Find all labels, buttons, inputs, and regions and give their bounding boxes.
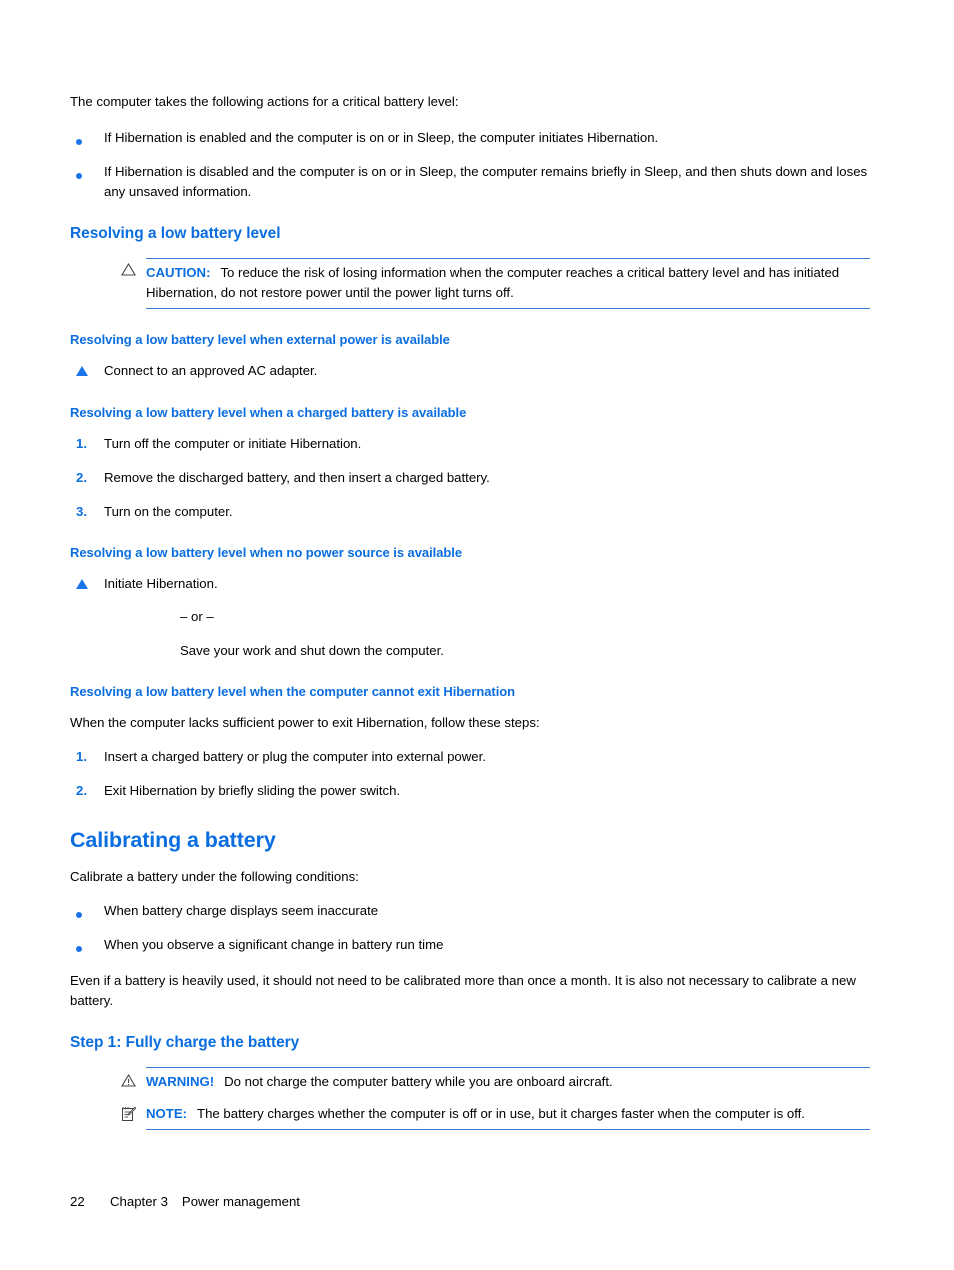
footer-chapter: Chapter 3	[110, 1194, 168, 1209]
charged-battery-step-list: 1. Turn off the computer or initiate Hib…	[70, 434, 870, 522]
or-separator: – or –	[180, 609, 214, 624]
document-page: The computer takes the following actions…	[0, 0, 954, 1270]
warning-text: Do not charge the computer battery while…	[224, 1074, 613, 1089]
page-footer: 22 Chapter 3 Power management	[70, 1192, 300, 1212]
warning-note-body-box: WARNING! Do not charge the computer batte…	[146, 1067, 870, 1130]
warning-row: WARNING! Do not charge the computer batte…	[146, 1072, 870, 1092]
bullet-dot-icon	[70, 935, 104, 955]
warning-note-callout: WARNING! Do not charge the computer batte…	[70, 1067, 870, 1130]
list-item: 2. Remove the discharged battery, and th…	[70, 468, 870, 488]
warning-label: WARNING!	[146, 1074, 215, 1089]
heading-cannot-exit-hibernation: Resolving a low battery level when the c…	[70, 684, 516, 699]
list-item: 1. Turn off the computer or initiate Hib…	[70, 434, 870, 454]
list-item: Initiate Hibernation.	[70, 574, 870, 595]
list-item-number: 2.	[76, 783, 87, 798]
list-item-number: 1.	[76, 436, 87, 451]
list-item-label: Turn on the computer.	[104, 504, 233, 519]
page-content: The computer takes the following actions…	[70, 92, 870, 1130]
note-label: NOTE:	[146, 1106, 188, 1121]
note-pad-icon	[70, 1106, 140, 1122]
bullet-dot-icon	[70, 901, 104, 921]
calibrating-frequency-paragraph: Even if a battery is heavily used, it sh…	[70, 973, 856, 1008]
list-item: When you observe a significant change in…	[70, 935, 870, 955]
list-item-label: Exit Hibernation by briefly sliding the …	[104, 783, 401, 798]
caution-triangle-icon	[70, 263, 140, 276]
list-item: Connect to an approved AC adapter.	[70, 361, 870, 382]
list-item-label: Connect to an approved AC adapter.	[104, 363, 318, 378]
caution-row: CAUTION: To reduce the risk of losing inf…	[146, 263, 870, 303]
calibrating-intro-paragraph: Calibrate a battery under the following …	[70, 869, 359, 884]
calibrating-bullet-list: When battery charge displays seem inaccu…	[70, 901, 870, 955]
list-item-label: When you observe a significant change in…	[104, 937, 444, 952]
triangle-bullet-icon	[70, 361, 104, 382]
list-item-number: 3.	[76, 504, 87, 519]
heading-no-power-source-available: Resolving a low battery level when no po…	[70, 545, 463, 560]
caution-label: CAUTION:	[146, 265, 211, 280]
list-item: If Hibernation is disabled and the compu…	[70, 162, 870, 202]
bullet-dot-icon	[70, 162, 104, 182]
note-row: NOTE: The battery charges whether the com…	[146, 1104, 870, 1124]
no-power-step-list: Initiate Hibernation.	[70, 574, 870, 595]
caution-callout: CAUTION: To reduce the risk of losing inf…	[70, 258, 870, 309]
note-text: The battery charges whether the computer…	[197, 1106, 805, 1121]
list-item: When battery charge displays seem inaccu…	[70, 901, 870, 921]
triangle-bullet-icon	[70, 574, 104, 595]
external-power-step-list: Connect to an approved AC adapter.	[70, 361, 870, 382]
intro-paragraph: The computer takes the following actions…	[70, 94, 459, 109]
cannot-exit-intro-paragraph: When the computer lacks sufficient power…	[70, 715, 540, 730]
list-item: 2. Exit Hibernation by briefly sliding t…	[70, 781, 870, 801]
list-item-label: If Hibernation is disabled and the compu…	[104, 164, 868, 199]
intro-bullet-list: If Hibernation is enabled and the comput…	[70, 128, 870, 202]
heading-calibrating-a-battery: Calibrating a battery	[70, 828, 276, 852]
list-item-label: If Hibernation is enabled and the comput…	[104, 130, 659, 145]
list-item-label: Turn off the computer or initiate Hibern…	[104, 436, 362, 451]
heading-resolving-low-battery: Resolving a low battery level	[70, 225, 281, 242]
caution-text: To reduce the risk of losing information…	[146, 265, 840, 300]
list-item: If Hibernation is enabled and the comput…	[70, 128, 870, 148]
bullet-dot-icon	[70, 128, 104, 148]
list-item-number: 2.	[76, 470, 87, 485]
cannot-exit-step-list: 1. Insert a charged battery or plug the …	[70, 747, 870, 801]
warning-triangle-icon	[70, 1074, 140, 1087]
list-item-number: 1.	[76, 749, 87, 764]
caution-body-box: CAUTION: To reduce the risk of losing inf…	[146, 258, 870, 309]
heading-step-1-fully-charge: Step 1: Fully charge the battery	[70, 1034, 300, 1051]
heading-external-power-available: Resolving a low battery level when exter…	[70, 332, 450, 347]
list-item-label: Initiate Hibernation.	[104, 576, 218, 591]
list-item: 3. Turn on the computer.	[70, 502, 870, 522]
alternate-step-text: Save your work and shut down the compute…	[180, 643, 444, 658]
list-item-label: Remove the discharged battery, and then …	[104, 470, 490, 485]
list-item-label: Insert a charged battery or plug the com…	[104, 749, 486, 764]
list-item-label: When battery charge displays seem inaccu…	[104, 903, 379, 918]
list-item: 1. Insert a charged battery or plug the …	[70, 747, 870, 767]
footer-chapter-title: Power management	[181, 1194, 300, 1209]
footer-page-number: 22	[70, 1194, 85, 1209]
heading-charged-battery-available: Resolving a low battery level when a cha…	[70, 405, 467, 420]
